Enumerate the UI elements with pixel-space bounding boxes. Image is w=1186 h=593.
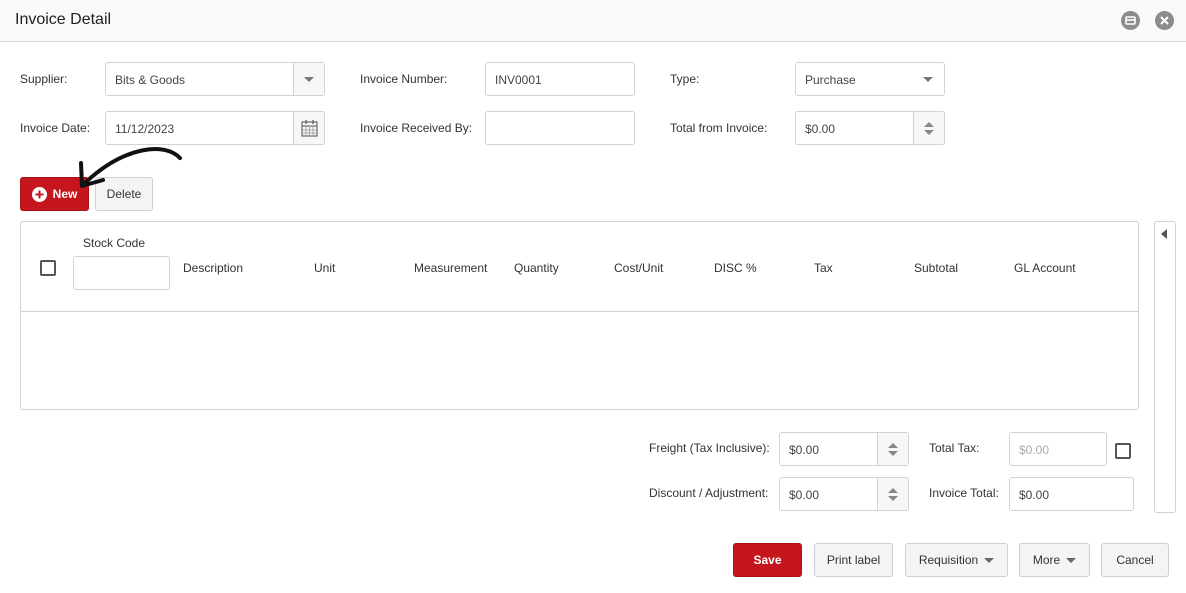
supplier-dropdown-button[interactable] [293, 63, 324, 95]
stock-code-label: Stock Code [83, 236, 146, 250]
invoice-number-value: INV0001 [495, 73, 542, 87]
invoice-total-value: $0.00 [1019, 488, 1050, 502]
invoice-total-label: Invoice Total: [929, 486, 999, 500]
column-header[interactable]: Quantity [514, 261, 559, 275]
print-label-button[interactable]: Print label [814, 543, 893, 577]
minimize-icon[interactable] [1121, 11, 1140, 30]
invoice-number-label: Invoice Number: [360, 72, 448, 86]
more-button-label: More [1032, 553, 1061, 567]
requisition-button[interactable]: Requisition [905, 543, 1008, 577]
cancel-button-label: Cancel [1116, 553, 1154, 567]
chevron-down-icon [984, 557, 995, 563]
spinner-icon[interactable] [913, 112, 944, 144]
line-items-grid: Stock Code Description Unit Measurement … [20, 221, 1139, 410]
side-panel-toggle[interactable] [1154, 221, 1176, 513]
type-label: Type: [670, 72, 700, 86]
invoice-total-input[interactable]: $0.00 [1009, 477, 1134, 511]
plus-circle-icon [31, 186, 47, 202]
column-header[interactable]: Tax [814, 261, 833, 275]
freight-value: $0.00 [789, 443, 820, 457]
save-button[interactable]: Save [733, 543, 802, 577]
column-header[interactable]: Unit [314, 261, 335, 275]
total-from-invoice-input[interactable]: $0.00 [795, 111, 945, 145]
discount-value: $0.00 [789, 488, 820, 502]
title-bar: Invoice Detail [0, 0, 1186, 42]
grid-header: Stock Code Description Unit Measurement … [21, 222, 1138, 312]
save-button-label: Save [753, 553, 782, 567]
supplier-select[interactable]: Bits & Goods [105, 62, 325, 96]
select-all-checkbox[interactable] [40, 260, 56, 276]
discount-label: Discount / Adjustment: [649, 486, 769, 500]
freight-label: Freight (Tax Inclusive): [649, 441, 770, 455]
spinner-icon[interactable] [877, 478, 908, 510]
total-from-invoice-value: $0.00 [805, 122, 836, 136]
invoice-number-input[interactable]: INV0001 [485, 62, 635, 96]
window-title: Invoice Detail [15, 11, 112, 28]
received-by-input[interactable] [485, 111, 635, 145]
stock-code-filter-input[interactable] [73, 256, 170, 290]
received-by-label: Invoice Received By: [360, 121, 473, 135]
discount-input[interactable]: $0.00 [779, 477, 909, 511]
invoice-date-label: Invoice Date: [20, 121, 91, 135]
type-value: Purchase [805, 73, 856, 87]
column-header[interactable]: Cost/Unit [614, 261, 663, 275]
invoice-date-value: 11/12/2023 [115, 122, 175, 136]
calendar-button[interactable] [293, 112, 324, 144]
cancel-button[interactable]: Cancel [1101, 543, 1169, 577]
collapse-left-icon [1161, 229, 1167, 239]
total-tax-value: $0.00 [1019, 443, 1050, 457]
column-header[interactable]: Subtotal [914, 261, 958, 275]
freight-input[interactable]: $0.00 [779, 432, 909, 466]
total-tax-input: $0.00 [1009, 432, 1107, 466]
supplier-value: Bits & Goods [115, 73, 186, 87]
column-header[interactable]: GL Account [1014, 261, 1076, 275]
chevron-down-icon [1066, 557, 1077, 563]
tax-override-checkbox[interactable] [1115, 443, 1131, 459]
column-header[interactable]: Description [183, 261, 243, 275]
more-button[interactable]: More [1019, 543, 1090, 577]
chevron-down-icon [923, 77, 933, 82]
supplier-label: Supplier: [20, 72, 68, 86]
column-header[interactable]: Measurement [414, 261, 487, 275]
type-select[interactable]: Purchase [795, 62, 945, 96]
print-label-button-label: Print label [826, 553, 881, 567]
annotation-arrow [79, 147, 182, 188]
calendar-icon [301, 120, 318, 137]
spinner-icon[interactable] [877, 433, 908, 465]
close-icon[interactable] [1155, 11, 1174, 30]
requisition-button-label: Requisition [918, 553, 979, 567]
total-from-invoice-label: Total from Invoice: [670, 121, 768, 135]
chevron-down-icon [304, 77, 314, 82]
column-header[interactable]: DISC % [714, 261, 757, 275]
total-tax-label: Total Tax: [929, 441, 980, 455]
